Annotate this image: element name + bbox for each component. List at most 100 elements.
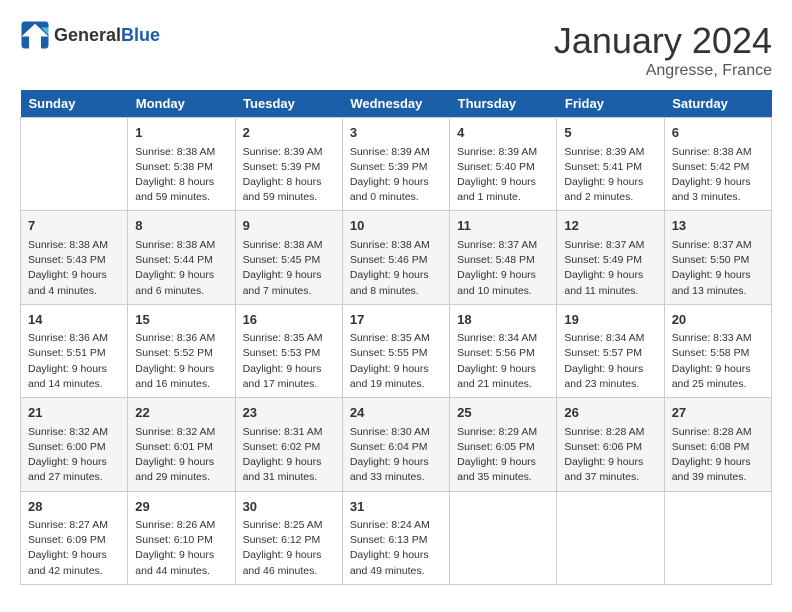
day-info: Sunrise: 8:35 AMSunset: 5:55 PMDaylight:… — [350, 331, 442, 392]
calendar-cell: 31Sunrise: 8:24 AMSunset: 6:13 PMDayligh… — [342, 491, 449, 584]
day-info: Sunrise: 8:38 AMSunset: 5:43 PMDaylight:… — [28, 238, 120, 299]
day-info: Sunrise: 8:33 AMSunset: 5:58 PMDaylight:… — [672, 331, 764, 392]
day-info: Sunrise: 8:27 AMSunset: 6:09 PMDaylight:… — [28, 518, 120, 579]
day-info: Sunrise: 8:37 AMSunset: 5:50 PMDaylight:… — [672, 238, 764, 299]
calendar-cell: 14Sunrise: 8:36 AMSunset: 5:51 PMDayligh… — [21, 304, 128, 397]
day-number: 17 — [350, 310, 442, 330]
title-block: January 2024 Angresse, France — [554, 20, 772, 80]
calendar-week-row: 14Sunrise: 8:36 AMSunset: 5:51 PMDayligh… — [21, 304, 772, 397]
calendar-cell: 10Sunrise: 8:38 AMSunset: 5:46 PMDayligh… — [342, 211, 449, 304]
day-info: Sunrise: 8:25 AMSunset: 6:12 PMDaylight:… — [243, 518, 335, 579]
calendar-cell: 16Sunrise: 8:35 AMSunset: 5:53 PMDayligh… — [235, 304, 342, 397]
day-info: Sunrise: 8:36 AMSunset: 5:52 PMDaylight:… — [135, 331, 227, 392]
calendar-cell: 22Sunrise: 8:32 AMSunset: 6:01 PMDayligh… — [128, 398, 235, 491]
day-info: Sunrise: 8:39 AMSunset: 5:39 PMDaylight:… — [243, 145, 335, 206]
calendar-cell: 12Sunrise: 8:37 AMSunset: 5:49 PMDayligh… — [557, 211, 664, 304]
day-of-week-header: Thursday — [450, 90, 557, 118]
day-info: Sunrise: 8:28 AMSunset: 6:06 PMDaylight:… — [564, 425, 656, 486]
day-number: 7 — [28, 216, 120, 236]
day-info: Sunrise: 8:36 AMSunset: 5:51 PMDaylight:… — [28, 331, 120, 392]
calendar-cell: 29Sunrise: 8:26 AMSunset: 6:10 PMDayligh… — [128, 491, 235, 584]
day-number: 31 — [350, 497, 442, 517]
calendar-cell: 17Sunrise: 8:35 AMSunset: 5:55 PMDayligh… — [342, 304, 449, 397]
calendar-cell: 18Sunrise: 8:34 AMSunset: 5:56 PMDayligh… — [450, 304, 557, 397]
day-number: 25 — [457, 403, 549, 423]
day-info: Sunrise: 8:37 AMSunset: 5:49 PMDaylight:… — [564, 238, 656, 299]
day-number: 26 — [564, 403, 656, 423]
day-info: Sunrise: 8:38 AMSunset: 5:42 PMDaylight:… — [672, 145, 764, 206]
day-info: Sunrise: 8:24 AMSunset: 6:13 PMDaylight:… — [350, 518, 442, 579]
day-info: Sunrise: 8:38 AMSunset: 5:44 PMDaylight:… — [135, 238, 227, 299]
calendar-cell: 26Sunrise: 8:28 AMSunset: 6:06 PMDayligh… — [557, 398, 664, 491]
day-info: Sunrise: 8:39 AMSunset: 5:39 PMDaylight:… — [350, 145, 442, 206]
day-of-week-header: Sunday — [21, 90, 128, 118]
day-number: 1 — [135, 123, 227, 143]
day-number: 20 — [672, 310, 764, 330]
calendar-cell: 15Sunrise: 8:36 AMSunset: 5:52 PMDayligh… — [128, 304, 235, 397]
calendar-cell: 6Sunrise: 8:38 AMSunset: 5:42 PMDaylight… — [664, 118, 771, 211]
calendar-cell — [21, 118, 128, 211]
day-info: Sunrise: 8:38 AMSunset: 5:38 PMDaylight:… — [135, 145, 227, 206]
day-number: 28 — [28, 497, 120, 517]
day-info: Sunrise: 8:38 AMSunset: 5:45 PMDaylight:… — [243, 238, 335, 299]
calendar-week-row: 1Sunrise: 8:38 AMSunset: 5:38 PMDaylight… — [21, 118, 772, 211]
day-number: 19 — [564, 310, 656, 330]
calendar-header-row: SundayMondayTuesdayWednesdayThursdayFrid… — [21, 90, 772, 118]
day-info: Sunrise: 8:28 AMSunset: 6:08 PMDaylight:… — [672, 425, 764, 486]
calendar-cell: 2Sunrise: 8:39 AMSunset: 5:39 PMDaylight… — [235, 118, 342, 211]
page-header: GeneralBlue January 2024 Angresse, Franc… — [20, 20, 772, 80]
day-of-week-header: Wednesday — [342, 90, 449, 118]
day-number: 23 — [243, 403, 335, 423]
day-info: Sunrise: 8:38 AMSunset: 5:46 PMDaylight:… — [350, 238, 442, 299]
day-info: Sunrise: 8:32 AMSunset: 6:01 PMDaylight:… — [135, 425, 227, 486]
calendar-cell: 1Sunrise: 8:38 AMSunset: 5:38 PMDaylight… — [128, 118, 235, 211]
calendar-cell: 20Sunrise: 8:33 AMSunset: 5:58 PMDayligh… — [664, 304, 771, 397]
day-info: Sunrise: 8:32 AMSunset: 6:00 PMDaylight:… — [28, 425, 120, 486]
calendar-subtitle: Angresse, France — [554, 62, 772, 80]
day-number: 30 — [243, 497, 335, 517]
day-number: 27 — [672, 403, 764, 423]
calendar-title: January 2024 — [554, 20, 772, 62]
day-info: Sunrise: 8:26 AMSunset: 6:10 PMDaylight:… — [135, 518, 227, 579]
day-info: Sunrise: 8:39 AMSunset: 5:40 PMDaylight:… — [457, 145, 549, 206]
day-info: Sunrise: 8:34 AMSunset: 5:57 PMDaylight:… — [564, 331, 656, 392]
calendar-cell: 8Sunrise: 8:38 AMSunset: 5:44 PMDaylight… — [128, 211, 235, 304]
day-number: 9 — [243, 216, 335, 236]
logo-blue: Blue — [121, 25, 160, 45]
day-number: 13 — [672, 216, 764, 236]
day-of-week-header: Friday — [557, 90, 664, 118]
calendar-cell: 11Sunrise: 8:37 AMSunset: 5:48 PMDayligh… — [450, 211, 557, 304]
day-info: Sunrise: 8:31 AMSunset: 6:02 PMDaylight:… — [243, 425, 335, 486]
day-number: 16 — [243, 310, 335, 330]
calendar-week-row: 21Sunrise: 8:32 AMSunset: 6:00 PMDayligh… — [21, 398, 772, 491]
calendar-cell: 28Sunrise: 8:27 AMSunset: 6:09 PMDayligh… — [21, 491, 128, 584]
day-number: 24 — [350, 403, 442, 423]
day-number: 2 — [243, 123, 335, 143]
calendar-cell: 23Sunrise: 8:31 AMSunset: 6:02 PMDayligh… — [235, 398, 342, 491]
day-number: 15 — [135, 310, 227, 330]
logo-icon — [20, 20, 50, 50]
day-number: 21 — [28, 403, 120, 423]
calendar-cell — [664, 491, 771, 584]
day-of-week-header: Tuesday — [235, 90, 342, 118]
day-of-week-header: Saturday — [664, 90, 771, 118]
day-info: Sunrise: 8:39 AMSunset: 5:41 PMDaylight:… — [564, 145, 656, 206]
day-of-week-header: Monday — [128, 90, 235, 118]
day-number: 3 — [350, 123, 442, 143]
day-number: 8 — [135, 216, 227, 236]
calendar-cell: 9Sunrise: 8:38 AMSunset: 5:45 PMDaylight… — [235, 211, 342, 304]
day-number: 6 — [672, 123, 764, 143]
day-info: Sunrise: 8:37 AMSunset: 5:48 PMDaylight:… — [457, 238, 549, 299]
calendar-week-row: 28Sunrise: 8:27 AMSunset: 6:09 PMDayligh… — [21, 491, 772, 584]
calendar-cell: 5Sunrise: 8:39 AMSunset: 5:41 PMDaylight… — [557, 118, 664, 211]
calendar-table: SundayMondayTuesdayWednesdayThursdayFrid… — [20, 90, 772, 585]
day-info: Sunrise: 8:34 AMSunset: 5:56 PMDaylight:… — [457, 331, 549, 392]
day-number: 4 — [457, 123, 549, 143]
calendar-cell: 4Sunrise: 8:39 AMSunset: 5:40 PMDaylight… — [450, 118, 557, 211]
day-number: 11 — [457, 216, 549, 236]
day-number: 12 — [564, 216, 656, 236]
calendar-cell: 27Sunrise: 8:28 AMSunset: 6:08 PMDayligh… — [664, 398, 771, 491]
calendar-cell — [450, 491, 557, 584]
day-number: 29 — [135, 497, 227, 517]
logo-text: GeneralBlue — [54, 25, 160, 46]
